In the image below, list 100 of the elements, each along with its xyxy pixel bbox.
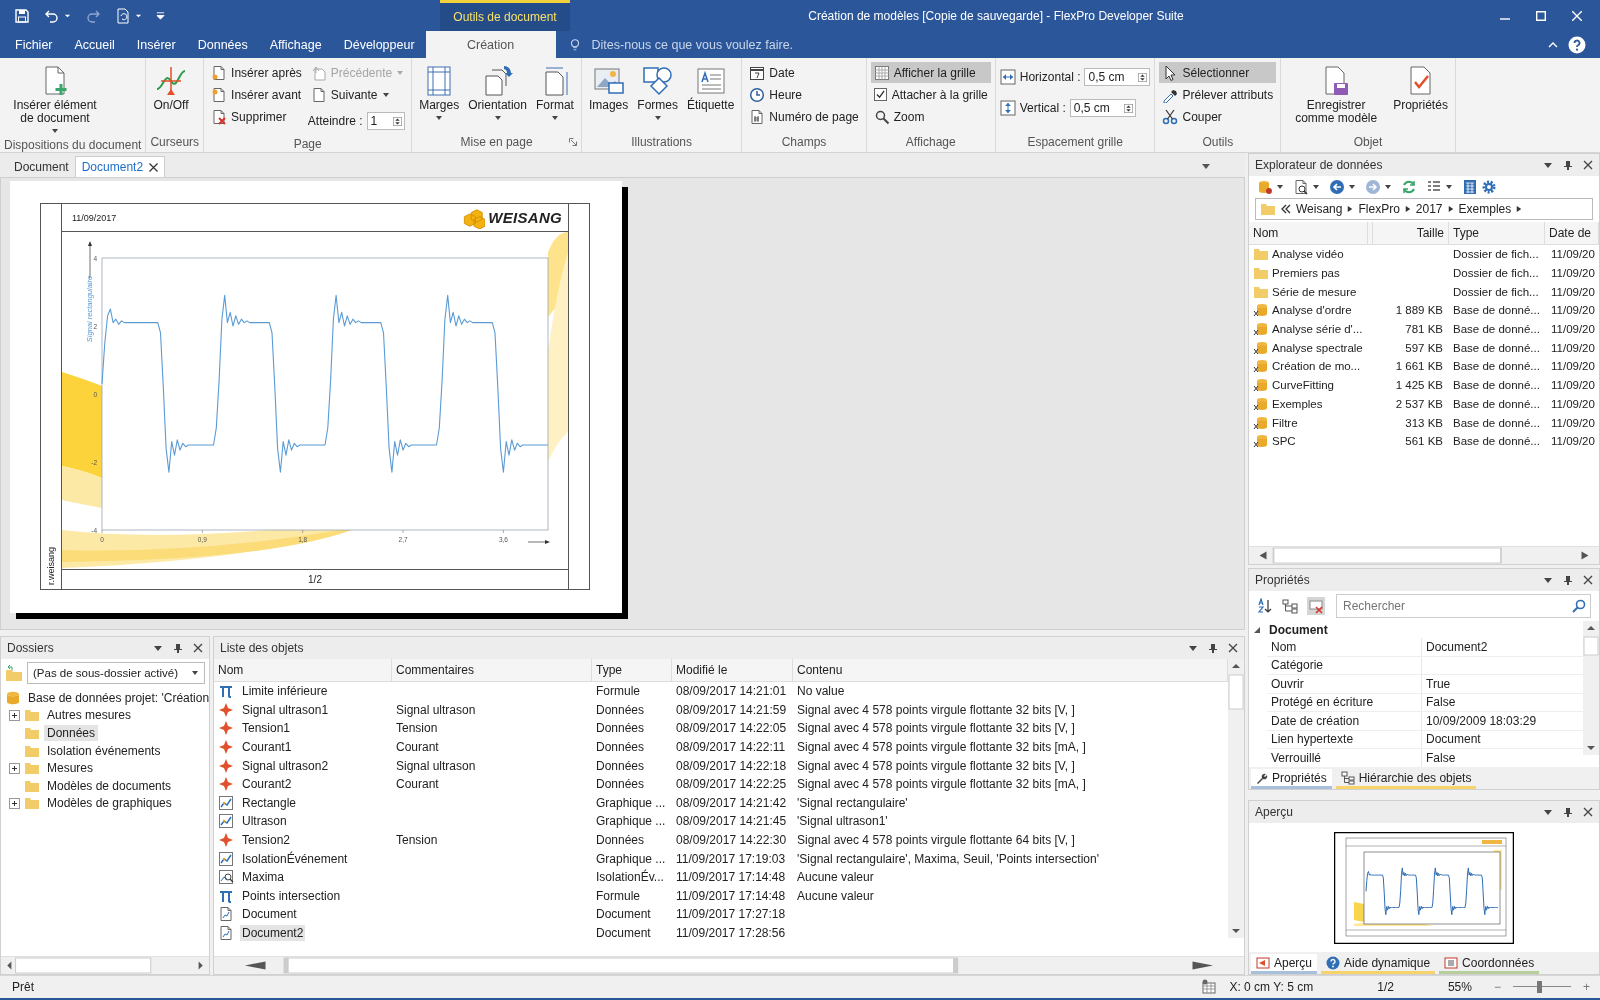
caret-icon[interactable] bbox=[153, 643, 163, 653]
vertical-scrollbar[interactable] bbox=[1228, 659, 1244, 938]
help-icon[interactable] bbox=[1568, 35, 1586, 54]
property-value[interactable]: Document2 bbox=[1422, 639, 1583, 654]
save-template-button[interactable]: Enregistrer comme modèle bbox=[1285, 62, 1388, 128]
column-header[interactable]: Nom bbox=[214, 659, 392, 681]
date-button[interactable]: Date bbox=[746, 62, 862, 83]
column-header[interactable]: Modifié le bbox=[672, 659, 793, 681]
object-name[interactable]: Document bbox=[240, 906, 299, 923]
object-name[interactable]: Document2 bbox=[240, 925, 306, 941]
ribbon-tab[interactable]: Affichage bbox=[258, 31, 333, 58]
ribbon-tab[interactable]: Développeur bbox=[332, 31, 426, 58]
property-value[interactable]: True bbox=[1422, 676, 1583, 691]
object-name[interactable]: Rectangle bbox=[240, 794, 299, 811]
caret-icon[interactable] bbox=[1384, 183, 1392, 191]
file-name[interactable]: Exemples bbox=[1272, 397, 1323, 410]
breadcrumb-item[interactable]: Exemples bbox=[1458, 202, 1512, 216]
zoom-button[interactable]: Zoom bbox=[870, 106, 991, 127]
object-name[interactable]: Limite inférieure bbox=[240, 683, 330, 700]
page-search-icon[interactable] bbox=[1293, 179, 1309, 195]
tell-me-field[interactable]: Dites-nous ce que vous voulez faire. bbox=[589, 36, 854, 53]
panel-tab[interactable]: Coordonnées bbox=[1462, 955, 1535, 970]
close-icon[interactable] bbox=[1583, 575, 1593, 585]
vertical-scrollbar[interactable] bbox=[1583, 621, 1599, 755]
settings-icon[interactable] bbox=[1481, 179, 1497, 195]
caret-icon[interactable] bbox=[1543, 807, 1553, 817]
ribbon-tab[interactable]: Création bbox=[425, 31, 556, 58]
tree-root[interactable]: Base de données projet: 'Création bbox=[25, 690, 210, 705]
hierarchy-icon[interactable] bbox=[1282, 598, 1298, 614]
vertical-field[interactable]: 0,5 cm bbox=[1069, 99, 1136, 117]
column-header[interactable]: Nom bbox=[1249, 222, 1373, 244]
object-name[interactable]: Ultrason bbox=[240, 813, 289, 830]
folder-item[interactable]: Modèles de documents bbox=[44, 777, 175, 794]
property-value[interactable]: 10/09/2009 18:03:29 bbox=[1422, 713, 1583, 728]
caret-icon[interactable] bbox=[1543, 160, 1553, 170]
caret-icon[interactable] bbox=[1445, 183, 1453, 191]
object-name[interactable]: Tension2 bbox=[240, 832, 293, 849]
pin-icon[interactable] bbox=[1208, 643, 1218, 653]
file-name[interactable]: SPC bbox=[1272, 435, 1296, 448]
next-button[interactable]: Suivante bbox=[307, 84, 408, 105]
zoom-slider[interactable] bbox=[1513, 981, 1571, 993]
sort-az-icon[interactable] bbox=[1257, 598, 1273, 614]
property-value[interactable]: False bbox=[1422, 750, 1583, 765]
close-icon[interactable] bbox=[193, 643, 203, 653]
page-refresh-icon[interactable] bbox=[115, 7, 131, 24]
show-grid-button[interactable]: Afficher la grille bbox=[870, 62, 991, 83]
time-button[interactable]: Heure bbox=[746, 84, 862, 105]
margins-button[interactable]: Marges bbox=[416, 62, 463, 125]
object-name[interactable]: IsolationÉvénement bbox=[240, 850, 350, 867]
object-name[interactable]: Points intersection bbox=[240, 887, 343, 904]
refresh-icon[interactable] bbox=[1401, 179, 1417, 195]
caret-icon[interactable] bbox=[1312, 183, 1320, 191]
object-name[interactable]: Courant2 bbox=[240, 776, 294, 793]
page-field[interactable]: 1 bbox=[366, 112, 405, 130]
breadcrumb-bar[interactable]: Weisang FlexPro 2017 Exemples bbox=[1255, 198, 1593, 220]
ribbon-tab[interactable]: Insérer bbox=[125, 31, 187, 58]
back-icon[interactable] bbox=[1329, 179, 1345, 195]
subfolder-dropdown[interactable]: (Pas de sous-dossier activé) bbox=[27, 662, 205, 684]
shapes-button[interactable]: Formes bbox=[634, 62, 681, 125]
column-header[interactable]: Type bbox=[1449, 222, 1545, 244]
cut-button[interactable]: Couper bbox=[1159, 106, 1277, 127]
maximize-icon[interactable] bbox=[1536, 10, 1546, 21]
zoom-in-button[interactable]: + bbox=[1583, 980, 1590, 994]
caret-icon[interactable] bbox=[1543, 575, 1553, 585]
pin-icon[interactable] bbox=[173, 643, 183, 653]
expand-icon[interactable] bbox=[9, 762, 20, 774]
caret-icon[interactable] bbox=[64, 12, 71, 19]
file-name[interactable]: Premiers pas bbox=[1272, 267, 1340, 280]
caret-icon[interactable] bbox=[1188, 643, 1198, 653]
file-name[interactable]: CurveFitting bbox=[1272, 379, 1334, 392]
document-tab[interactable]: Document bbox=[14, 159, 69, 174]
breadcrumb-item[interactable]: FlexPro bbox=[1358, 202, 1400, 216]
folder-item[interactable]: Mesures bbox=[44, 760, 96, 777]
caret-icon[interactable] bbox=[1348, 183, 1356, 191]
table-icon[interactable] bbox=[1201, 979, 1218, 995]
object-name[interactable]: Courant1 bbox=[240, 739, 294, 756]
select-button[interactable]: Sélectionner bbox=[1159, 62, 1277, 83]
dialog-launcher-icon[interactable] bbox=[568, 138, 577, 146]
delete-button[interactable]: Supprimer bbox=[208, 106, 305, 127]
cursor-toggle-button[interactable]: On/Off bbox=[150, 62, 192, 115]
file-name[interactable]: Série de mesure bbox=[1272, 285, 1357, 298]
caret-icon[interactable] bbox=[1276, 183, 1284, 191]
caret-icon[interactable] bbox=[1201, 161, 1211, 171]
close-icon[interactable] bbox=[1583, 807, 1593, 817]
file-name[interactable]: Création de mo... bbox=[1272, 360, 1361, 373]
format-button[interactable]: Format bbox=[532, 62, 577, 125]
property-value[interactable]: False bbox=[1422, 695, 1583, 710]
close-icon[interactable] bbox=[1228, 643, 1238, 653]
ribbon-tab[interactable]: Fichier bbox=[4, 31, 64, 58]
category-label[interactable]: Document bbox=[1269, 622, 1328, 637]
breadcrumb-item[interactable]: Weisang bbox=[1296, 202, 1343, 216]
object-name[interactable]: Tension1 bbox=[240, 720, 293, 737]
images-button[interactable]: Images bbox=[585, 62, 632, 115]
panel-tab[interactable]: Hiérarchie des objets bbox=[1358, 770, 1472, 785]
expanded-icon[interactable] bbox=[1253, 625, 1261, 634]
ribbon-tab[interactable]: Accueil bbox=[63, 31, 126, 58]
close-icon[interactable] bbox=[1583, 160, 1593, 170]
pin-icon[interactable] bbox=[1563, 807, 1573, 817]
object-name[interactable]: Signal ultrason1 bbox=[240, 701, 331, 718]
ribbon-tab[interactable]: Données bbox=[186, 31, 259, 58]
